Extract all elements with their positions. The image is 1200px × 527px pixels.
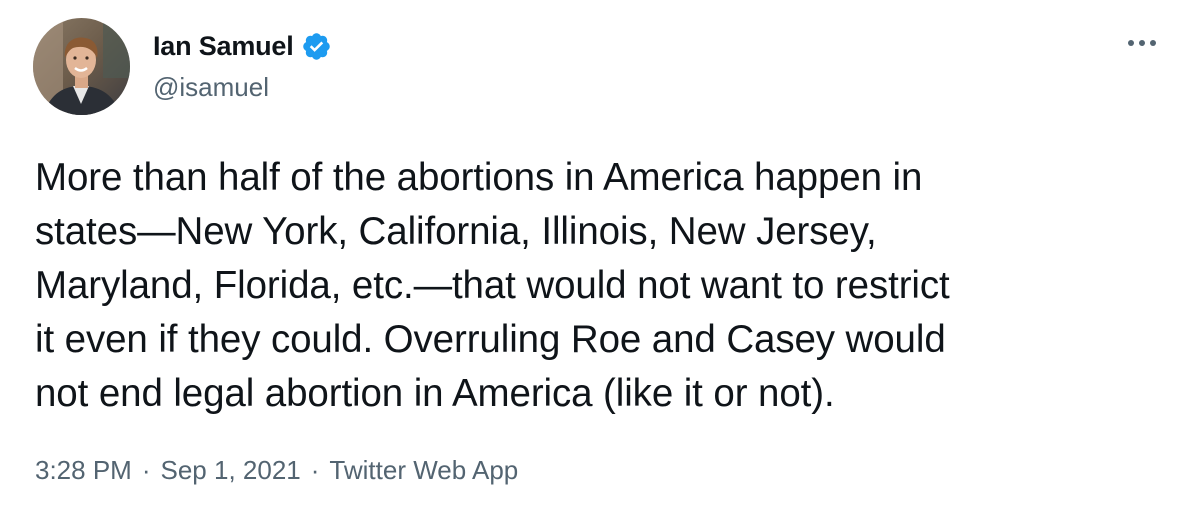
tweet-card: Ian Samuel @isamuel More than half of th… <box>0 0 1200 527</box>
author-name-row: Ian Samuel <box>153 26 332 66</box>
separator-dot: · <box>141 455 151 485</box>
tweet-source-link[interactable]: Twitter Web App <box>329 455 518 486</box>
author-handle[interactable]: @isamuel <box>153 72 332 103</box>
author-avatar[interactable] <box>33 18 130 115</box>
author-display-name[interactable]: Ian Samuel <box>153 31 294 62</box>
verified-badge-icon <box>301 31 332 62</box>
tweet-metadata: 3:28 PM · Sep 1, 2021 · Twitter Web App <box>35 455 518 486</box>
author-info: Ian Samuel @isamuel <box>153 26 332 103</box>
tweet-time-link[interactable]: 3:28 PM <box>35 455 132 486</box>
profile-photo-icon <box>33 18 130 115</box>
more-horizontal-icon <box>1128 40 1156 46</box>
separator-dot: · <box>310 455 320 485</box>
more-options-button[interactable] <box>1122 28 1162 58</box>
tweet-text: More than half of the abortions in Ameri… <box>35 156 950 415</box>
tweet-date-link[interactable]: Sep 1, 2021 <box>161 455 301 486</box>
